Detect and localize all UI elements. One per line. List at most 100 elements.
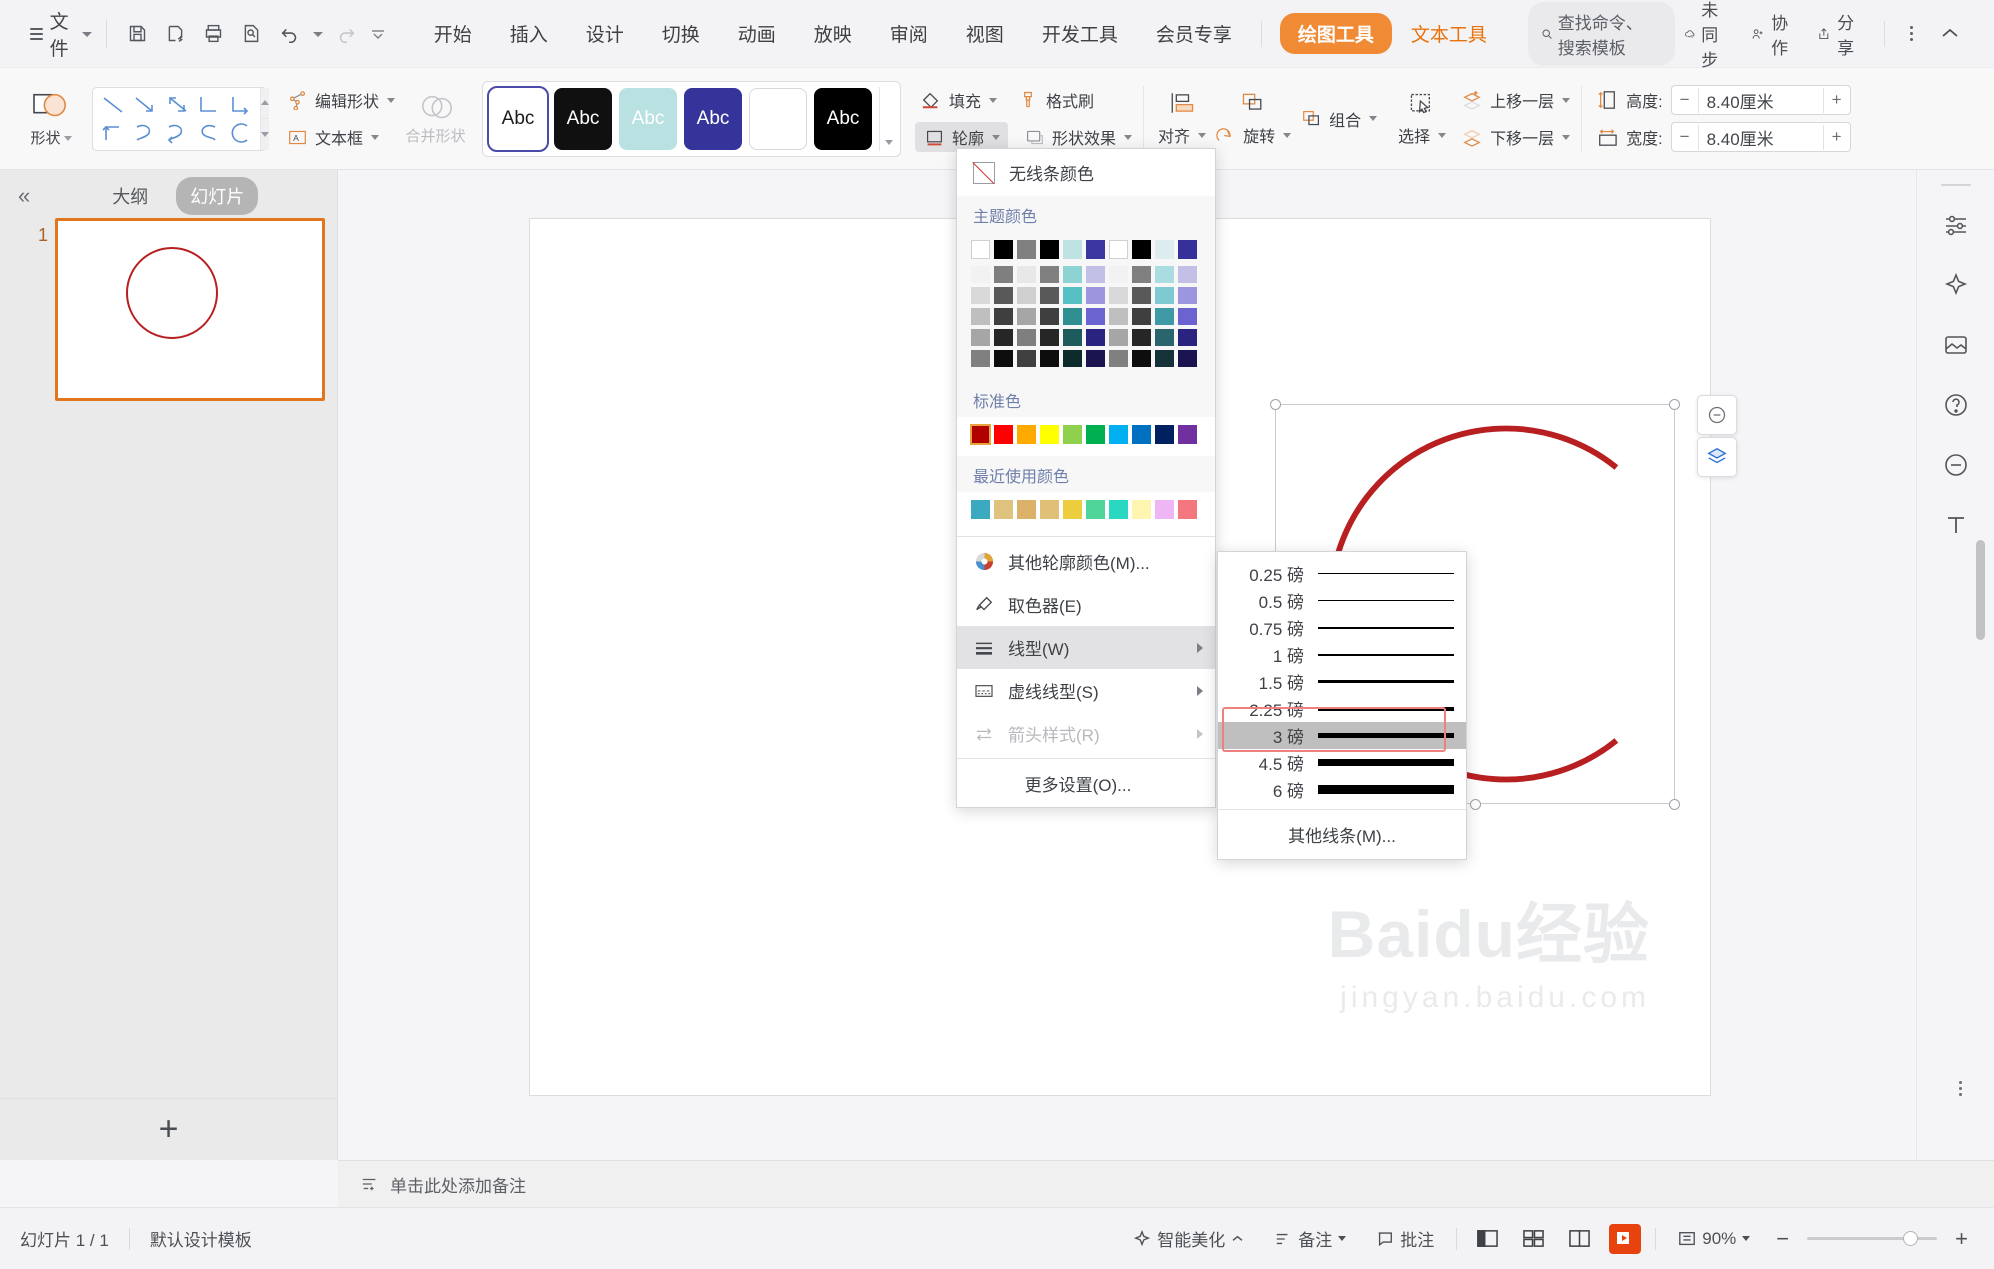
theme-swatch[interactable]	[1040, 308, 1059, 325]
theme-swatch[interactable]	[1155, 240, 1174, 259]
tab-slides[interactable]: 幻灯片	[176, 177, 259, 215]
design-template-label[interactable]: 默认设计模板	[130, 1226, 272, 1251]
theme-swatch[interactable]	[1178, 287, 1197, 304]
standard-swatch-green[interactable]	[1086, 425, 1105, 444]
theme-swatch[interactable]	[971, 350, 990, 367]
style-swatch-1[interactable]: Abc	[487, 85, 550, 152]
more-outline-colors-item[interactable]: 其他轮廓颜色(M)...	[957, 540, 1215, 583]
tab-outline[interactable]: 大纲	[98, 177, 162, 215]
zoom-slider-knob[interactable]	[1903, 1231, 1919, 1246]
theme-swatch[interactable]	[1155, 350, 1174, 367]
undo-icon[interactable]	[273, 17, 307, 51]
theme-swatch[interactable]	[1132, 329, 1151, 346]
theme-swatch[interactable]	[1040, 266, 1059, 283]
print-icon[interactable]	[197, 17, 231, 51]
scroll-up-icon[interactable]	[261, 87, 269, 118]
theme-swatch[interactable]	[1109, 240, 1128, 259]
theme-swatch[interactable]	[1063, 287, 1082, 304]
no-line-color-item[interactable]: 无线条颜色	[957, 149, 1215, 196]
theme-swatch[interactable]	[994, 240, 1013, 259]
theme-swatch[interactable]	[1040, 287, 1059, 304]
shape-elbow-up-arrow[interactable]	[97, 120, 128, 146]
theme-swatch[interactable]	[971, 287, 990, 304]
height-increment-button[interactable]: +	[1824, 90, 1850, 110]
standard-swatch-dark-red[interactable]	[970, 424, 991, 445]
align-button[interactable]: 对齐	[1158, 123, 1207, 147]
theme-swatch[interactable]	[1086, 329, 1105, 346]
theme-swatch[interactable]	[994, 266, 1013, 283]
theme-swatch[interactable]	[971, 308, 990, 325]
standard-swatch-yellow[interactable]	[1040, 425, 1059, 444]
style-gallery-scroll[interactable]	[879, 86, 898, 151]
theme-swatch[interactable]	[1017, 350, 1036, 367]
help-icon[interactable]	[1935, 384, 1977, 426]
standard-swatch-blue[interactable]	[1132, 425, 1151, 444]
dashed-line-item[interactable]: 虚线线型(S)	[957, 669, 1215, 712]
theme-swatch[interactable]	[1017, 287, 1036, 304]
resize-handle-br[interactable]	[1669, 799, 1680, 810]
theme-swatch[interactable]	[1086, 308, 1105, 325]
resize-handle-b[interactable]	[1470, 799, 1481, 810]
line-weight-item[interactable]: 线型(W)	[957, 626, 1215, 669]
recent-swatch[interactable]	[1086, 500, 1105, 519]
style-swatch-4[interactable]: Abc	[684, 87, 743, 150]
theme-swatch[interactable]	[994, 350, 1013, 367]
theme-swatch[interactable]	[971, 240, 990, 259]
width-decrement-button[interactable]: −	[1672, 127, 1698, 147]
weight-option-4.5[interactable]: 4.5 磅	[1218, 749, 1466, 776]
text-box-button[interactable]: A 文本框	[281, 122, 400, 152]
weight-option-1.5[interactable]: 1.5 磅	[1218, 668, 1466, 695]
format-painter-button[interactable]: 格式刷	[1012, 85, 1099, 115]
shape-curved-arrow[interactable]	[161, 120, 192, 146]
bring-forward-button[interactable]: 上移一层	[1456, 85, 1575, 115]
tab-drawing-tools[interactable]: 绘图工具	[1279, 13, 1392, 54]
recent-swatch[interactable]	[1178, 500, 1197, 519]
slide-thumbnail-1[interactable]	[55, 218, 325, 401]
theme-swatch[interactable]	[1109, 308, 1128, 325]
shape-curved-connector[interactable]	[129, 120, 160, 146]
weight-option-0.75[interactable]: 0.75 磅	[1218, 614, 1466, 641]
theme-swatch[interactable]	[994, 329, 1013, 346]
sync-status-button[interactable]: 未同步	[1675, 0, 1737, 77]
theme-swatch[interactable]	[971, 329, 990, 346]
rotate-button[interactable]: 旋转	[1214, 123, 1292, 147]
weight-option-3[interactable]: 3 磅	[1218, 722, 1466, 749]
theme-swatch[interactable]	[1040, 240, 1059, 259]
more-lines-item[interactable]: 其他线条(M)...	[1218, 810, 1466, 857]
text-panel-icon[interactable]	[1935, 504, 1977, 546]
tab-review[interactable]: 审阅	[871, 12, 947, 55]
standard-swatch-light-green[interactable]	[1063, 425, 1082, 444]
normal-view-icon[interactable]	[1471, 1224, 1503, 1254]
theme-swatch[interactable]	[1132, 266, 1151, 283]
theme-swatch[interactable]	[1155, 287, 1174, 304]
height-value[interactable]: 8.40厘米	[1697, 87, 1824, 113]
tab-animation[interactable]: 动画	[719, 12, 795, 55]
theme-swatch[interactable]	[1086, 350, 1105, 367]
theme-swatch[interactable]	[1017, 308, 1036, 325]
tab-member-exclusive[interactable]: 会员专享	[1137, 12, 1251, 55]
customize-qat-icon[interactable]	[367, 17, 389, 51]
theme-swatch[interactable]	[1178, 308, 1197, 325]
select-button[interactable]: 选择	[1398, 123, 1447, 147]
resize-handle-tl[interactable]	[1270, 399, 1281, 410]
theme-swatch[interactable]	[994, 287, 1013, 304]
fill-button[interactable]: 填充	[915, 85, 1002, 115]
shape-button[interactable]: 形状	[16, 90, 86, 148]
print-preview-icon[interactable]	[235, 17, 269, 51]
merge-shapes-button[interactable]: 合并形状	[400, 91, 474, 146]
theme-swatch[interactable]	[1132, 287, 1151, 304]
reading-view-icon[interactable]	[1563, 1224, 1595, 1254]
tab-insert[interactable]: 插入	[491, 12, 567, 55]
recent-swatch[interactable]	[1040, 500, 1059, 519]
shape-arc[interactable]	[225, 120, 256, 146]
theme-swatch[interactable]	[1086, 266, 1105, 283]
theme-swatch[interactable]	[1178, 266, 1197, 283]
theme-swatch[interactable]	[1109, 350, 1128, 367]
comment-button[interactable]: 批注	[1368, 1221, 1442, 1256]
recent-swatch[interactable]	[1109, 500, 1128, 519]
recent-swatch[interactable]	[971, 500, 990, 519]
theme-swatch[interactable]	[1109, 266, 1128, 283]
notes-toggle-button[interactable]: 备注	[1266, 1221, 1354, 1256]
ai-sparkle-icon[interactable]	[1935, 264, 1977, 306]
theme-swatch[interactable]	[994, 308, 1013, 325]
